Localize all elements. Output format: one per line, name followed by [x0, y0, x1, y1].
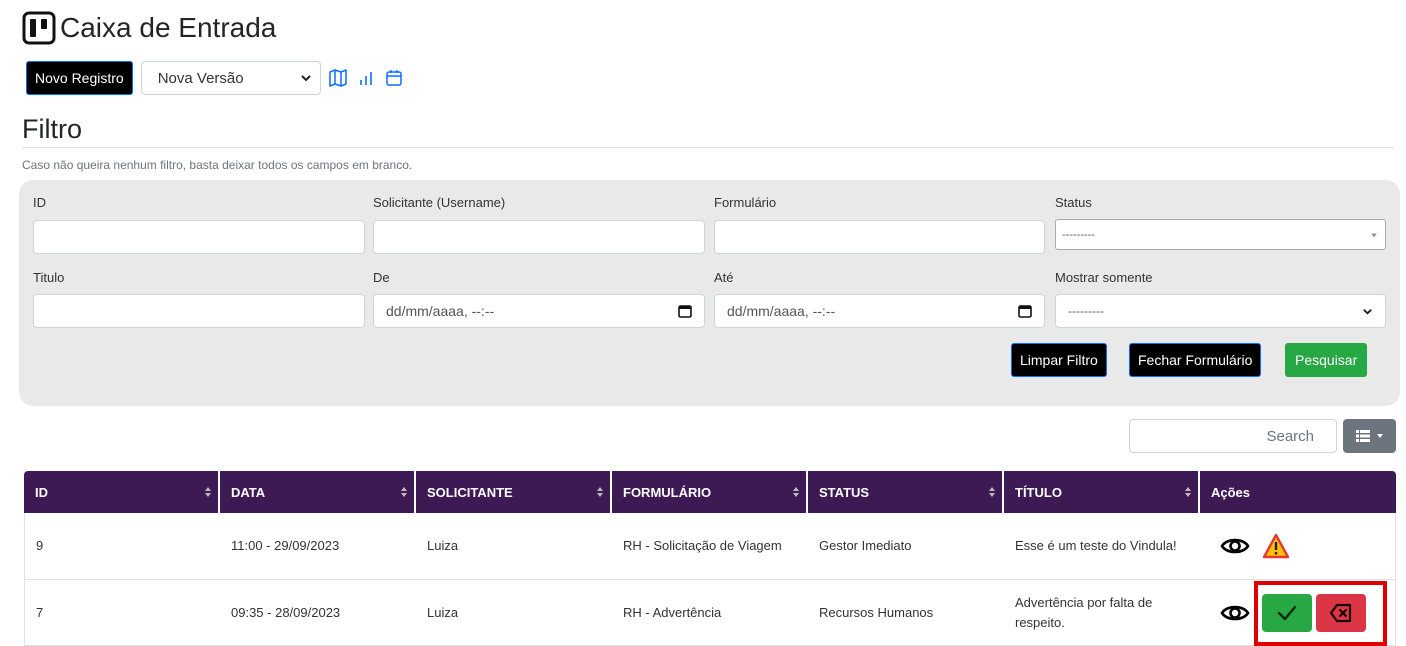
reject-button[interactable] — [1316, 593, 1366, 632]
show-only-select[interactable]: --------- — [1055, 294, 1386, 328]
calendar-picker-icon[interactable] — [678, 304, 692, 318]
warning-icon[interactable] — [1262, 532, 1290, 560]
from-date-label: De — [373, 270, 390, 285]
title-label: Titulo — [33, 270, 65, 285]
to-date-input[interactable]: dd/mm/aaaa, --:-- — [714, 294, 1045, 328]
approve-button[interactable] — [1262, 593, 1312, 632]
chevron-down-icon — [300, 75, 311, 82]
calendar-picker-icon[interactable] — [1018, 304, 1032, 318]
version-select-value: Nova Versão — [157, 69, 244, 87]
cell-title: Advertência por falta de respeito. — [1004, 580, 1200, 645]
list-icon — [1356, 430, 1370, 442]
from-date-placeholder: dd/mm/aaaa, --:-- — [386, 303, 495, 319]
col-header-date[interactable]: DATA — [220, 471, 416, 513]
filter-title: Filtro — [22, 114, 82, 144]
filter-divider — [22, 147, 1394, 148]
clear-filter-button[interactable]: Limpar Filtro — [1011, 343, 1107, 377]
cell-id: 9 — [36, 538, 44, 554]
cell-actions — [1200, 580, 1395, 645]
eye-icon — [1220, 538, 1250, 554]
form-label: Formulário — [714, 195, 777, 210]
view-button[interactable] — [1218, 596, 1252, 630]
cell-status: Gestor Imediato — [819, 538, 912, 554]
table-search-placeholder: Search — [1266, 427, 1314, 445]
version-select[interactable]: Nova Versão — [140, 61, 321, 95]
col-header-id[interactable]: ID — [24, 471, 220, 513]
id-input[interactable] — [33, 220, 365, 254]
col-header-requester[interactable]: SOLICITANTE — [416, 471, 612, 513]
search-button[interactable]: Pesquisar — [1285, 343, 1368, 377]
map-view-button[interactable] — [327, 67, 349, 89]
status-label: Status — [1055, 195, 1092, 210]
table-search-input[interactable]: Search — [1129, 419, 1337, 453]
cell-actions — [1200, 513, 1395, 579]
requester-label: Solicitante (Username) — [373, 195, 506, 210]
sort-icon — [597, 487, 603, 497]
show-only-select-value: --------- — [1068, 304, 1104, 318]
backspace-x-icon — [1329, 603, 1352, 622]
title-input[interactable] — [33, 294, 365, 328]
id-label: ID — [33, 195, 46, 210]
table-row: 7 09:35 - 28/09/2023 Luiza RH - Advertên… — [24, 580, 1396, 646]
caret-down-icon — [1377, 434, 1383, 438]
status-select-value: --------- — [1062, 228, 1095, 241]
sort-icon — [989, 487, 995, 497]
filter-panel: ID Solicitante (Username) Formulário Sta… — [19, 180, 1400, 406]
show-only-label: Mostrar somente — [1055, 270, 1153, 285]
table-header: ID DATA SOLICITANTE FORMULÁRIO STATUS TÍ… — [24, 471, 1396, 513]
chart-view-button[interactable] — [355, 67, 377, 89]
inbox-table: ID DATA SOLICITANTE FORMULÁRIO STATUS TÍ… — [24, 471, 1396, 646]
cell-form: RH - Advertência — [623, 604, 722, 620]
kanban-board-icon — [22, 11, 56, 45]
cell-date: 09:35 - 28/09/2023 — [231, 604, 341, 620]
to-date-placeholder: dd/mm/aaaa, --:-- — [727, 303, 836, 319]
cell-status: Recursos Humanos — [819, 604, 934, 620]
toolbar: Novo Registro Nova Versão — [26, 60, 405, 96]
status-select[interactable]: --------- — [1055, 219, 1386, 250]
check-icon — [1277, 605, 1297, 620]
sort-icon — [401, 487, 407, 497]
sort-icon — [793, 487, 799, 497]
caret-down-icon — [1371, 233, 1377, 237]
cell-form: RH - Solicitação de Viagem — [623, 538, 782, 554]
col-header-actions: Ações — [1211, 484, 1251, 500]
close-form-button[interactable]: Fechar Formulário — [1129, 343, 1262, 377]
page-title: Caixa de Entrada — [22, 8, 276, 48]
requester-input[interactable] — [373, 220, 705, 254]
calendar-view-button[interactable] — [383, 67, 405, 89]
view-button[interactable] — [1218, 529, 1252, 563]
page-title-text: Caixa de Entrada — [60, 12, 277, 43]
cell-title-text: Advertência por falta de respeito. — [1015, 595, 1153, 630]
new-record-button[interactable]: Novo Registro — [26, 61, 133, 95]
bar-chart-icon — [359, 72, 372, 85]
to-date-label: Até — [714, 270, 734, 285]
cell-id: 7 — [36, 604, 44, 620]
cell-requester: Luiza — [427, 604, 459, 620]
cell-title: Esse é um teste do Vindula! — [1015, 538, 1177, 554]
sort-icon — [205, 487, 211, 497]
col-header-status[interactable]: STATUS — [808, 471, 1004, 513]
from-date-input[interactable]: dd/mm/aaaa, --:-- — [373, 294, 705, 328]
map-icon — [328, 69, 347, 87]
eye-icon — [1220, 605, 1250, 620]
cell-requester: Luiza — [427, 538, 459, 554]
form-input[interactable] — [714, 220, 1045, 254]
table-row: 9 11:00 - 29/09/2023 Luiza RH - Solicita… — [24, 513, 1396, 580]
sort-icon — [1185, 487, 1191, 497]
calendar-icon — [385, 70, 402, 86]
columns-toggle-button[interactable] — [1343, 419, 1396, 453]
chevron-down-icon — [1363, 308, 1372, 315]
cell-date: 11:00 - 29/09/2023 — [231, 538, 340, 554]
col-header-form[interactable]: FORMULÁRIO — [612, 471, 808, 513]
col-header-title[interactable]: TÍTULO — [1004, 471, 1200, 513]
filter-hint: Caso não queira nenhum filtro, basta dei… — [22, 158, 413, 172]
